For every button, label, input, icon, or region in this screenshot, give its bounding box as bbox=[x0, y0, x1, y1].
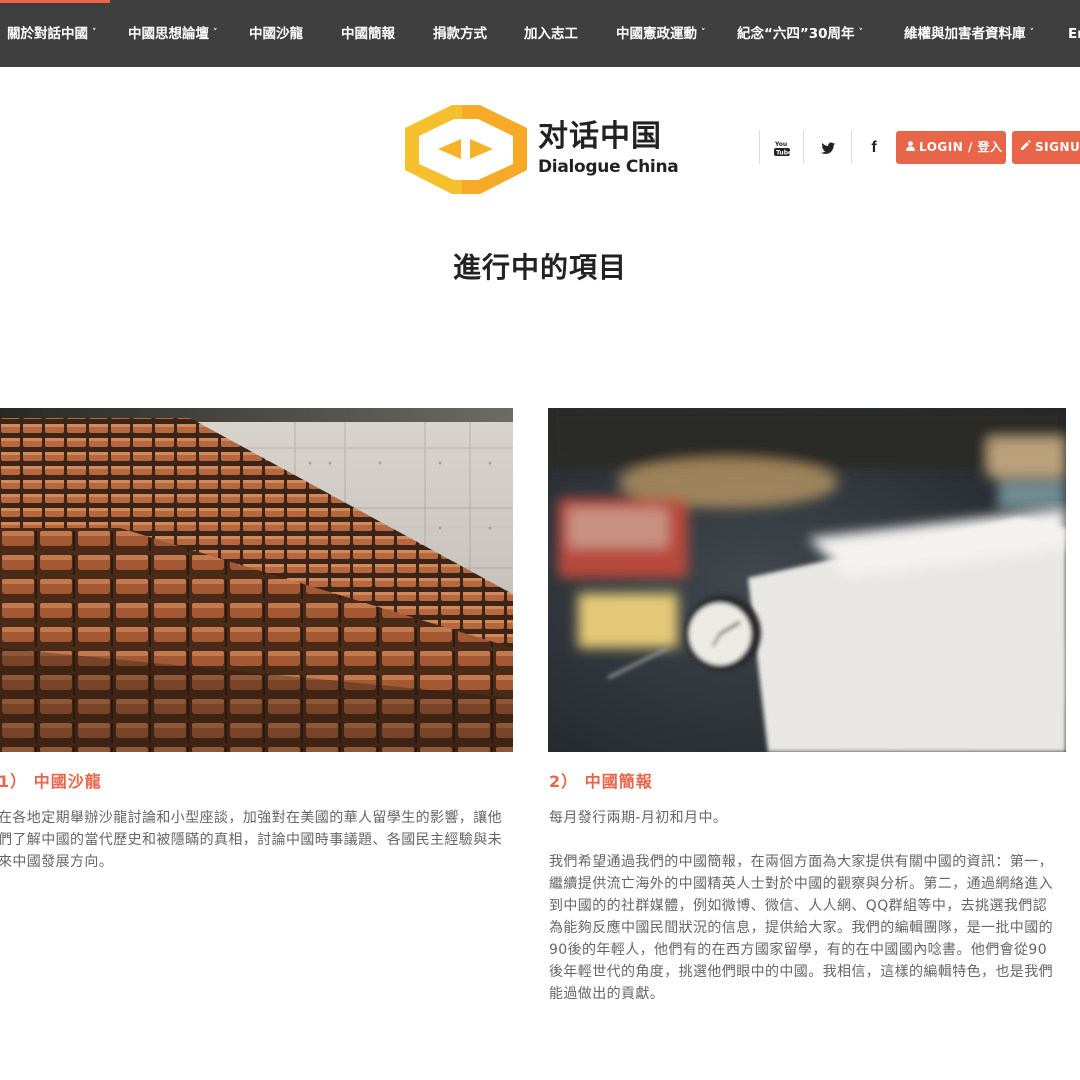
card-title-briefing[interactable]: 2） 中國簡報 bbox=[549, 768, 653, 792]
chevron-down-icon: ˅ bbox=[92, 28, 97, 38]
card-description-salon: 在各地定期舉辦沙龍討論和小型座談，加強對在美國的華人留學生的影響，讓他們了解中國… bbox=[0, 810, 502, 870]
logo-chinese-text: 对话中国 bbox=[538, 119, 662, 154]
nav-item-volunteer[interactable]: 加入志工 bbox=[524, 22, 578, 46]
facebook-icon[interactable]: f bbox=[859, 132, 889, 164]
card-subtitle-briefing: 每月發行兩期-月初和月中。 bbox=[549, 810, 728, 826]
nav-active-indicator bbox=[0, 0, 110, 3]
nav-item-english[interactable]: En bbox=[1068, 22, 1080, 46]
nav-item-june-fourth[interactable]: 紀念“六四”30周年 ˅ bbox=[737, 22, 863, 46]
svg-text:Tube: Tube bbox=[776, 150, 790, 157]
pencil-icon bbox=[1020, 131, 1031, 164]
youtube-icon[interactable]: You Tube bbox=[767, 132, 797, 164]
signup-button[interactable]: SIGNUP bbox=[1012, 131, 1080, 164]
divider bbox=[851, 130, 852, 164]
chevron-down-icon: ˅ bbox=[213, 28, 218, 38]
logo-mark-icon bbox=[405, 105, 527, 194]
card-description-briefing: 我們希望通過我們的中國簡報，在兩個方面為大家提供有關中國的資訊：第一，繼續提供流… bbox=[549, 854, 1053, 1002]
chevron-down-icon: ˅ bbox=[858, 28, 864, 38]
divider bbox=[803, 130, 804, 164]
nav-item-rights-database[interactable]: 維權與加害者資料庫 ˅ bbox=[904, 22, 1034, 46]
svg-text:You: You bbox=[774, 141, 787, 148]
chevron-down-icon: ˅ bbox=[701, 28, 706, 38]
nav-item-forum[interactable]: 中國思想論壇 ˅ bbox=[128, 22, 218, 46]
divider bbox=[759, 130, 760, 164]
section-title: 進行中的項目 bbox=[452, 251, 627, 284]
nav-item-about[interactable]: 關於對話中國 ˅ bbox=[7, 22, 97, 46]
nav-item-constitution[interactable]: 中國憲政運動 ˅ bbox=[616, 22, 706, 46]
twitter-icon[interactable] bbox=[813, 132, 843, 164]
desk-clock-photo[interactable] bbox=[548, 408, 1066, 752]
top-nav-bar: 關於對話中國 ˅ 中國思想論壇 ˅ 中國沙龍 中國簡報 捐款方式 加入志工 中國憲政… bbox=[0, 0, 1080, 67]
nav-item-briefing[interactable]: 中國簡報 bbox=[341, 22, 395, 46]
logo-english-text: Dialogue China bbox=[538, 157, 679, 177]
nav-item-donate[interactable]: 捐款方式 bbox=[433, 22, 487, 46]
card-title-salon[interactable]: 1） 中國沙龍 bbox=[0, 768, 102, 792]
chevron-down-icon: ˅ bbox=[1029, 28, 1035, 38]
user-icon bbox=[906, 131, 915, 164]
auditorium-seats-photo[interactable] bbox=[0, 408, 513, 752]
login-button[interactable]: LOGIN / 登入 bbox=[896, 131, 1006, 164]
nav-item-salon[interactable]: 中國沙龍 bbox=[249, 22, 303, 46]
